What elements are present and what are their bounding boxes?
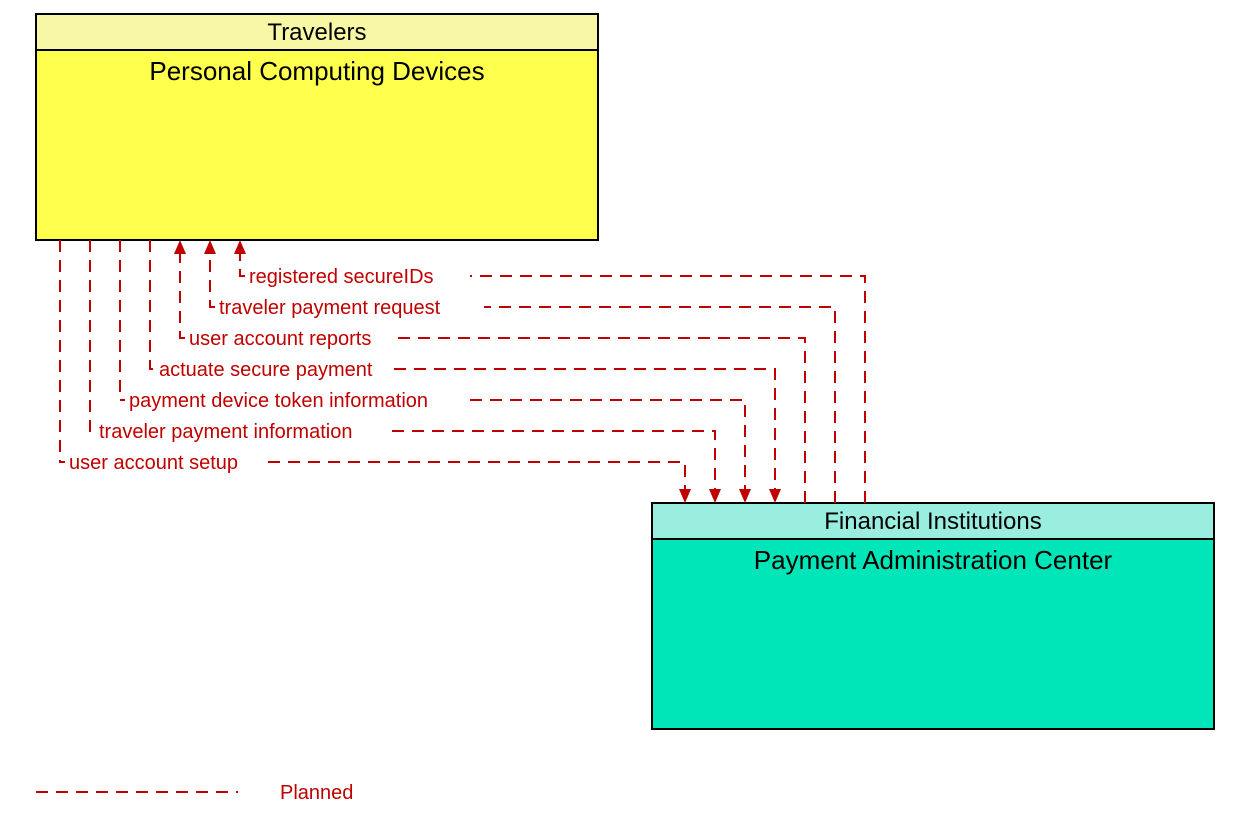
node-travelers-body-text: Personal Computing Devices [149,56,484,86]
flow-label: actuate secure payment [159,359,373,381]
flow-label: registered secureIDs [249,266,434,288]
flow-label: traveler payment request [219,297,441,319]
arrowhead-icon [769,489,781,503]
arrowhead-icon [739,489,751,503]
flow-label: user account reports [189,328,371,350]
node-travelers-header-text: Travelers [267,19,366,46]
legend-label: Planned [280,782,353,804]
arrowhead-icon [234,240,246,254]
arrowhead-icon [204,240,216,254]
legend: Planned [36,782,353,804]
node-financial-body-text: Payment Administration Center [754,545,1113,575]
arrowhead-icon [709,489,721,503]
node-travelers: Travelers Personal Computing Devices [36,14,598,240]
flow-label: payment device token information [129,390,428,412]
flow-actuate-secure-payment: actuate secure payment [150,240,781,503]
arrowhead-icon [174,240,186,254]
node-financial-header-text: Financial Institutions [824,508,1041,535]
architecture-diagram: Travelers Personal Computing Devices Fin… [0,0,1252,838]
arrowhead-icon [679,489,691,503]
flow-label: traveler payment information [99,421,352,443]
node-financial: Financial Institutions Payment Administr… [652,503,1214,729]
flow-label: user account setup [69,452,238,474]
